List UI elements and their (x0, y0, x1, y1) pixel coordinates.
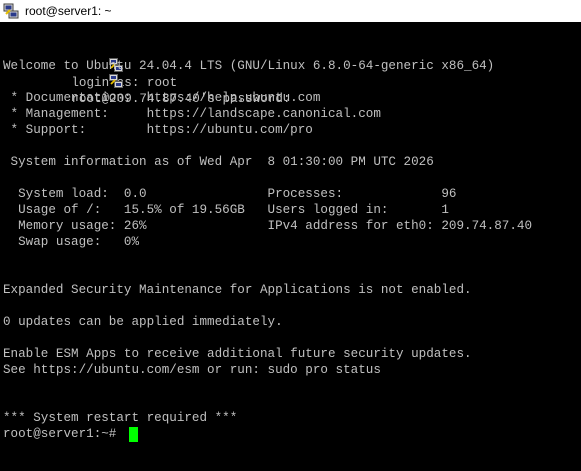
terminal-line: System load: 0.0 Processes: 96 (3, 187, 457, 201)
terminal-line: * Support: https://ubuntu.com/pro (3, 123, 313, 137)
title-bar[interactable]: root@server1: ~ (0, 0, 581, 22)
terminal-line: See https://ubuntu.com/esm or run: sudo … (3, 363, 381, 377)
terminal-output[interactable]: login as: root root@209.74.87.40's passw… (0, 22, 581, 471)
terminal-line: Swap usage: 0% (3, 235, 140, 249)
window-title: root@server1: ~ (25, 4, 112, 18)
terminal-line: Usage of /: 15.5% of 19.56GB Users logge… (3, 203, 449, 217)
terminal-line: Welcome to Ubuntu 24.04.4 LTS (GNU/Linux… (3, 59, 495, 73)
terminal-line: Enable ESM Apps to receive additional fu… (3, 347, 472, 361)
terminal-line: * Management: https://landscape.canonica… (3, 107, 381, 121)
terminal-window: root@server1: ~ login as: root root@209.… (0, 0, 581, 471)
terminal-line: root@209.74.87.40's password: (3, 42, 291, 106)
terminal-line: login as: root (3, 26, 177, 90)
terminal-line: *** System restart required *** (3, 411, 238, 425)
putty-icon[interactable] (3, 3, 19, 19)
shell-prompt[interactable]: root@server1:~# (3, 426, 124, 442)
terminal-line: System information as of Wed Apr 8 01:30… (3, 155, 434, 169)
terminal-line: 0 updates can be applied immediately. (3, 315, 283, 329)
terminal-cursor (129, 427, 138, 442)
terminal-line: Expanded Security Maintenance for Applic… (3, 283, 472, 297)
terminal-line: * Documentation: https://help.ubuntu.com (3, 91, 321, 105)
terminal-line: Memory usage: 26% IPv4 address for eth0:… (3, 219, 533, 233)
